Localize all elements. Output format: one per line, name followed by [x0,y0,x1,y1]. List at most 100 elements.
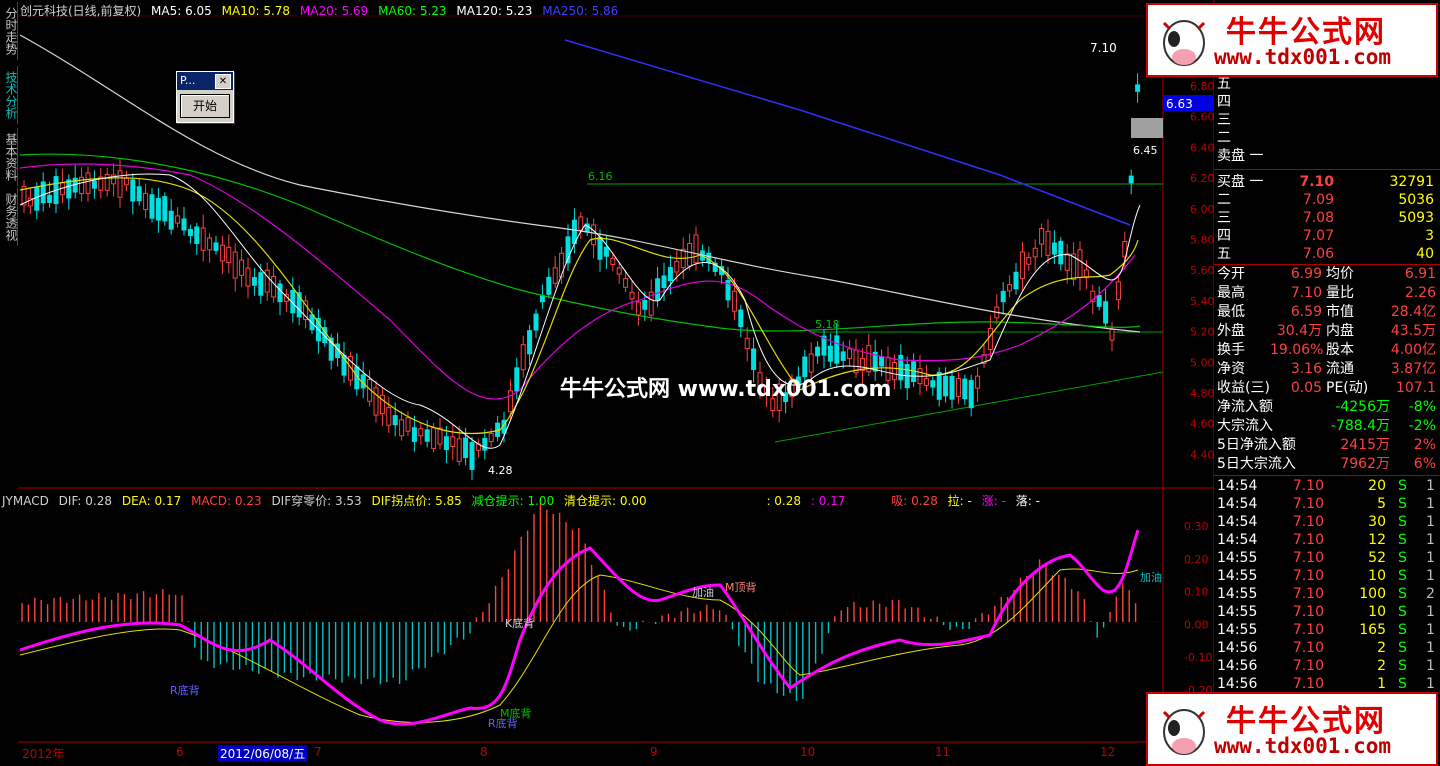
candle-body [840,351,846,361]
sell-label: 二 [1217,130,1231,146]
tab-fundamentals[interactable]: 基本资料 [0,128,18,186]
x-label-11: 11 [935,745,951,759]
candle-body [463,437,469,459]
formula-dialog[interactable]: P... ✕ 开始 [176,71,234,123]
candle-body [277,283,283,303]
sell-row: 卖盘 一 [1214,147,1440,165]
dif-cross-value: DIF穿零价: 3.53 [271,494,362,508]
candle-body [898,354,904,381]
buy-row: 三 7.08 5093 [1214,209,1440,227]
candle-body [507,390,513,413]
quote-key-2: 均价 [1326,266,1354,282]
tick-volume: 30 [1368,514,1386,530]
tick-volume: 100 [1359,586,1386,602]
flow-pct: 6% [1413,456,1436,472]
tick-volume: 165 [1359,622,1386,638]
tick-side: S [1398,658,1407,674]
candle-body [1051,242,1057,255]
tick-price: 7.10 [1292,550,1324,566]
tab-technical[interactable]: 技术分析 [0,66,18,124]
candle-body [687,243,693,267]
candle-body [1019,251,1025,280]
candle-body [219,244,225,262]
tick-row: 14:55 7.10 10 S 1 [1214,567,1440,585]
quote-row: 收益(三) 0.05 PE(动) 107.1 [1214,379,1440,397]
macd-header: JYMACD DIF: 0.28 DEA: 0.17 MACD: 0.23 DI… [2,492,1046,509]
quote-value-2: 43.5万 [1390,323,1436,339]
price-tick-label: 5.40 [1190,295,1215,308]
price-tick-label: 5.60 [1190,264,1215,277]
buy-label: 四 [1217,228,1231,244]
la-value: 拉: - [947,494,972,508]
tick-price: 7.10 [1292,658,1324,674]
quote-key-1: 最高 [1217,285,1245,301]
candle-body [629,291,635,300]
candle-body [200,227,206,251]
quote-value-2: 2.26 [1404,285,1436,301]
center-watermark: 牛牛公式网 www.tdx001.com [560,377,892,402]
quote-row: 净资 3.16 流通 3.87亿 [1214,360,1440,378]
dif-value: DIF: 0.28 [58,494,112,508]
stock-title: 创元科技(日线,前复权) [20,4,142,18]
candle-body [546,276,552,295]
macd-tick-label: 0.10 [1184,586,1209,599]
candle-body [386,407,392,426]
candle-body [1064,253,1070,271]
tick-count: 2 [1426,586,1435,602]
tick-time: 14:55 [1217,604,1258,620]
annotation-m-bottom: M底背 [500,706,532,720]
tick-price: 7.10 [1292,496,1324,512]
quote-key-2: 市值 [1326,304,1354,320]
sell-label: 三 [1217,112,1231,128]
tick-time: 14:54 [1217,514,1258,530]
ma5-value: MA5: 6.05 [151,4,212,18]
tab-intraday[interactable]: 分时走势 [0,2,18,60]
macd-name: JYMACD [2,494,49,508]
marker-label: 6.45 [1133,144,1158,157]
candle-body [603,246,609,257]
tick-row: 14:55 7.10 52 S 1 [1214,549,1440,567]
tick-volume: 1 [1377,676,1386,692]
quote-key-1: 换手 [1217,342,1245,358]
candle-body [207,237,213,251]
annotation-jiayou-1: 加油 [692,585,714,599]
tick-price: 7.10 [1292,478,1324,494]
candle-body [34,186,40,211]
tick-side: S [1398,568,1407,584]
candle-body [891,362,897,381]
close-icon[interactable]: ✕ [215,74,231,89]
flow-row: 5日大宗流入 7962万 6% [1214,455,1440,473]
buy-row: 四 7.07 3 [1214,227,1440,245]
candle-body [47,194,53,203]
tab-finance[interactable]: 财务透视 [0,188,18,246]
level2-label: 5.18 [815,318,840,331]
candle-body [405,417,411,432]
buy-row: 二 7.09 5036 [1214,191,1440,209]
flow-label: 大宗流入 [1217,418,1273,434]
ma250-line [564,39,1131,226]
candle-body [949,375,955,400]
candle-body [879,356,885,367]
candle-body [213,242,219,251]
candle-body [962,378,968,400]
candle-body [642,299,648,310]
quote-value-1: 3.16 [1290,361,1322,377]
tick-price: 7.10 [1292,586,1324,602]
candle-body [1039,228,1045,245]
price-tick-label: 6.60 [1190,111,1215,124]
start-button[interactable]: 开始 [180,94,230,118]
dialog-title[interactable]: P... ✕ [177,72,233,90]
annotation-k-bottom: K底背 [505,616,534,630]
candle-body [443,436,449,450]
ma60-value: MA60: 5.23 [378,4,447,18]
buy-volume: 3 [1425,228,1434,244]
tick-count: 1 [1426,532,1435,548]
candle-body [488,433,494,443]
tick-count: 1 [1426,604,1435,620]
candle-body [392,415,398,426]
buy-volume: 5036 [1398,192,1434,208]
candle-body [373,387,379,416]
price-tick-label: 6.00 [1190,203,1215,216]
x-label-10: 10 [800,745,816,759]
sell-row: 二 [1214,129,1440,147]
